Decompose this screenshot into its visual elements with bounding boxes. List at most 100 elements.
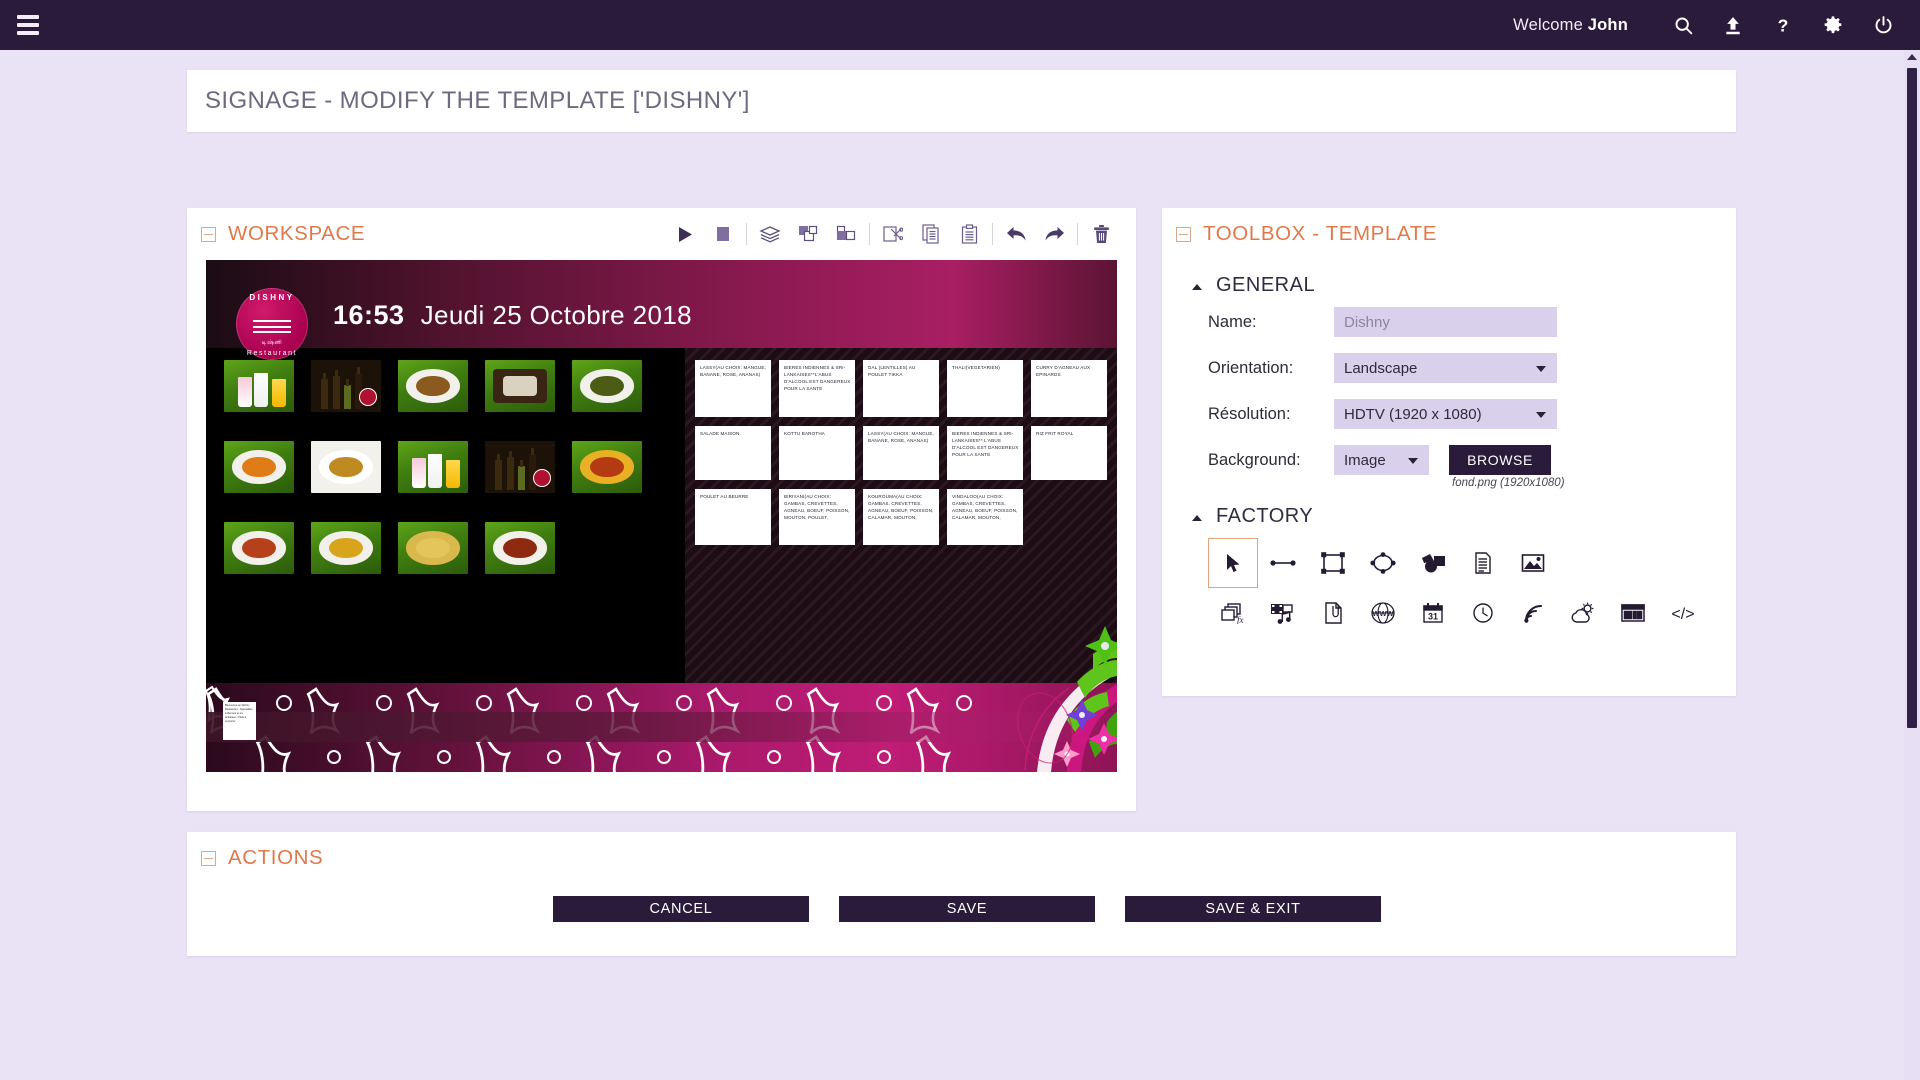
help-icon[interactable]: ?	[1758, 0, 1808, 50]
chevron-up-icon[interactable]	[1192, 283, 1202, 290]
menu-text-box[interactable]: DAL (LENTILLES) AU POULET TIKKA	[863, 360, 939, 417]
slideshow-fx-icon[interactable]: fx	[1208, 588, 1258, 638]
redo-icon[interactable]	[1035, 217, 1073, 251]
ticker-banner-icon[interactable]	[1608, 588, 1658, 638]
scroll-up-arrow-icon[interactable]	[1907, 54, 1917, 60]
food-image-riz-royal[interactable]	[572, 441, 642, 493]
scroll-thumb[interactable]	[1907, 68, 1917, 728]
rectangle-icon[interactable]	[1308, 538, 1358, 588]
save-button[interactable]: SAVE	[839, 896, 1095, 922]
general-section-header[interactable]: GENERAL	[1186, 274, 1736, 297]
copy-icon[interactable]	[912, 217, 950, 251]
factory-section-header[interactable]: FACTORY	[1186, 505, 1736, 528]
shape-fill-icon[interactable]	[1408, 538, 1458, 588]
menu-text-box[interactable]: LASSY(AU CHOIX: MANGUE, BANANE, ROSE, AN…	[695, 360, 771, 417]
food-image-curry-agneau[interactable]	[572, 360, 642, 412]
welcome-username: John	[1587, 15, 1628, 34]
food-image-grid	[224, 360, 679, 670]
file-clip-icon[interactable]	[1308, 588, 1358, 638]
svg-text:fx: fx	[1237, 615, 1244, 624]
food-image-poulet-beurre[interactable]	[224, 522, 294, 574]
restaurant-logo[interactable]: DISHNY டிஷ்னி Restaurant	[236, 288, 308, 360]
browse-button[interactable]: BROWSE	[1449, 445, 1551, 475]
food-image-lassi[interactable]	[224, 360, 294, 412]
html-code-icon[interactable]: </>	[1658, 588, 1708, 638]
food-image-beers[interactable]	[311, 360, 381, 412]
workspace-preview-area[interactable]: DISHNY டிஷ்னி Restaurant 16:53 Jeudi 25 O…	[187, 260, 1136, 772]
clock-icon[interactable]	[1458, 588, 1508, 638]
menu-text-box[interactable]: THALI(VEGETARIEN)	[947, 360, 1023, 417]
menu-text-box[interactable]: BIERES INDIENNES & SRI-LANKAISES** L'ABU…	[947, 426, 1023, 480]
svg-text:WWW: WWW	[1372, 609, 1394, 618]
clock-date: Jeudi 25 Octobre 2018	[420, 300, 693, 330]
www-globe-icon[interactable]: WWW	[1358, 588, 1408, 638]
bring-to-front-icon[interactable]	[789, 217, 827, 251]
cancel-button[interactable]: CANCEL	[553, 896, 809, 922]
ellipse-icon[interactable]	[1358, 538, 1408, 588]
play-icon[interactable]	[666, 217, 704, 251]
paste-icon[interactable]	[950, 217, 988, 251]
resolution-select[interactable]: HDTV (1920 x 1080)	[1334, 399, 1557, 429]
menu-text-box[interactable]: KOTTU BAROTHA	[779, 426, 855, 480]
rss-icon[interactable]	[1508, 588, 1558, 638]
upload-icon[interactable]	[1708, 0, 1758, 50]
undo-icon[interactable]	[997, 217, 1035, 251]
food-image-beers-2[interactable]	[485, 441, 555, 493]
page-scrollbar[interactable]	[1904, 50, 1920, 1080]
collapse-icon-workspace[interactable]	[201, 226, 216, 242]
save-exit-button[interactable]: SAVE & EXIT	[1125, 896, 1381, 922]
food-row	[224, 441, 679, 493]
menu-text-box[interactable]: POULET AU BEURRE	[695, 489, 771, 545]
workspace-title: WORKSPACE	[228, 222, 366, 245]
stop-icon[interactable]	[704, 217, 742, 251]
search-icon[interactable]	[1658, 0, 1708, 50]
power-icon[interactable]	[1858, 0, 1908, 50]
ticker-text-box[interactable]: Bienvenue au Dishny Restaurant - Special…	[223, 702, 256, 740]
food-image-thali[interactable]	[485, 360, 555, 412]
menu-text-box[interactable]: LASSY(AU CHOIX: MANGUE, BANANE, ROSE, AN…	[863, 426, 939, 480]
background-controls: Image BROWSE fond.png (1920x1080)	[1334, 445, 1565, 489]
menu-text-box[interactable]: CURRY D'AGNEAU AUX EPINARDS	[1031, 360, 1107, 417]
welcome-prefix: Welcome	[1513, 15, 1588, 34]
food-image-dal[interactable]	[398, 360, 468, 412]
template-stage[interactable]: DISHNY டிஷ்னி Restaurant 16:53 Jeudi 25 O…	[206, 260, 1117, 772]
gear-icon[interactable]	[1808, 0, 1858, 50]
bottom-banner-streak	[206, 712, 1117, 742]
menu-text-box[interactable]: BIRIYANI(AU CHOIX: GAMBAS, CREVETTES, AG…	[779, 489, 855, 545]
hamburger-icon[interactable]	[0, 0, 56, 50]
food-image-salade[interactable]	[224, 441, 294, 493]
delete-icon[interactable]	[1082, 217, 1120, 251]
food-image-vindaloo[interactable]	[485, 522, 555, 574]
menu-text-box[interactable]: SALADE MAISON	[695, 426, 771, 480]
text-document-icon[interactable]	[1458, 538, 1508, 588]
menu-row: POULET AU BEURRE BIRIYANI(AU CHOIX: GAMB…	[695, 489, 1107, 545]
image-icon[interactable]	[1508, 538, 1558, 588]
menu-text-box[interactable]: RIZ FRIT ROYAL	[1031, 426, 1107, 480]
name-input[interactable]	[1334, 307, 1557, 337]
weather-icon[interactable]	[1558, 588, 1608, 638]
collapse-icon-actions[interactable]	[201, 850, 216, 866]
food-image-kourouma[interactable]	[398, 522, 468, 574]
orientation-select[interactable]: Landscape	[1334, 353, 1557, 383]
calendar-icon[interactable]: 31	[1408, 588, 1458, 638]
send-to-back-icon[interactable]	[827, 217, 865, 251]
video-media-icon[interactable]	[1258, 588, 1308, 638]
clock-time: 16:53	[333, 300, 405, 330]
menu-text-box[interactable]: BIERES INDIENNES & SRI-LANKAISES**L'ABUS…	[779, 360, 855, 417]
factory-tool-row-2: fx WWW 31 </>	[1208, 588, 1736, 638]
select-cursor-icon[interactable]	[1208, 538, 1258, 588]
menu-text-box[interactable]: KOUROUMA(AU CHOIX: GAMBAS, CREVETTES, AG…	[863, 489, 939, 545]
chevron-up-icon[interactable]	[1192, 514, 1202, 521]
layers-icon[interactable]	[751, 217, 789, 251]
food-image-lassi-2[interactable]	[398, 441, 468, 493]
food-image-biriyani[interactable]	[311, 522, 381, 574]
background-type-select[interactable]: Image	[1334, 445, 1429, 475]
cut-icon[interactable]	[874, 217, 912, 251]
food-image-kottu[interactable]	[311, 441, 381, 493]
line-icon[interactable]	[1258, 538, 1308, 588]
menu-row: LASSY(AU CHOIX: MANGUE, BANANE, ROSE, AN…	[695, 360, 1107, 417]
clock-widget[interactable]: 16:53 Jeudi 25 Octobre 2018	[333, 300, 692, 331]
menu-text-box[interactable]: VINDALOO(AU CHOIX: GAMBAS, CREVETTES, AG…	[947, 489, 1023, 545]
background-type-value: Image	[1344, 451, 1386, 469]
collapse-icon-toolbox[interactable]	[1176, 226, 1191, 242]
